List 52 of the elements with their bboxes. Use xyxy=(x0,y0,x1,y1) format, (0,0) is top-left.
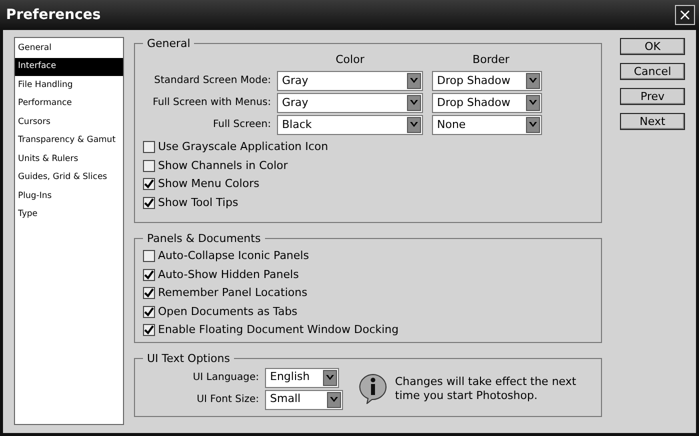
checkbox-label[interactable]: Open Documents as Tabs xyxy=(158,304,298,320)
checkbox-label[interactable]: Auto-Collapse Iconic Panels xyxy=(158,248,309,264)
column-header: Border xyxy=(472,53,510,66)
window-title: Preferences xyxy=(6,6,101,24)
dropdown[interactable]: Drop Shadow xyxy=(432,71,542,91)
info-message: Changes will take effect the next time you start Photoshop. xyxy=(395,374,578,402)
info-icon xyxy=(359,374,387,404)
checkbox[interactable] xyxy=(143,160,155,172)
dialog-button[interactable]: Prev xyxy=(620,88,685,105)
sidebar-item[interactable]: Interface xyxy=(15,58,123,76)
dropdown[interactable]: Gray xyxy=(277,71,423,91)
close-button[interactable]: × xyxy=(675,5,695,25)
group-title: UI Text Options xyxy=(143,350,234,367)
checkbox[interactable] xyxy=(143,268,155,281)
checkbox[interactable] xyxy=(143,178,155,190)
checkbox-label[interactable]: Auto-Show Hidden Panels xyxy=(158,266,299,283)
checkbox-label[interactable]: Enable Floating Document Window Docking xyxy=(158,322,399,338)
field-label: Standard Screen Mode: xyxy=(153,74,271,88)
sidebar-item[interactable]: Cursors xyxy=(15,113,123,132)
checkbox[interactable] xyxy=(143,287,155,300)
field-label: Full Screen: xyxy=(212,118,271,132)
sidebar-item[interactable]: Performance xyxy=(15,94,123,113)
dropdown[interactable]: Gray xyxy=(277,93,423,113)
checkbox-label[interactable]: Use Grayscale Application Icon xyxy=(158,139,328,156)
checkbox[interactable] xyxy=(143,250,155,262)
dialog-button[interactable]: OK xyxy=(620,38,685,55)
field-label: UI Language: xyxy=(192,370,259,384)
dropdown[interactable]: Small xyxy=(265,390,343,410)
dropdown[interactable]: English xyxy=(265,368,339,388)
sidebar-item[interactable]: File Handling xyxy=(15,76,123,94)
sidebar-item[interactable]: General xyxy=(15,39,123,58)
field-label: Full Screen with Menus: xyxy=(152,96,271,110)
checkbox-label[interactable]: Show Menu Colors xyxy=(158,176,260,192)
column-header: Color xyxy=(336,53,364,66)
checkbox[interactable] xyxy=(143,324,155,336)
sidebar-item[interactable]: Plug-Ins xyxy=(15,187,123,206)
checkbox[interactable] xyxy=(143,141,155,154)
field-label: UI Font Size: xyxy=(196,392,259,406)
checkbox-label[interactable]: Show Channels in Color xyxy=(158,158,288,174)
checkbox[interactable] xyxy=(143,306,155,318)
sidebar-item[interactable]: Units & Rulers xyxy=(15,150,123,168)
dropdown[interactable]: Black xyxy=(277,115,423,135)
dropdown[interactable]: None xyxy=(432,115,542,135)
dialog-button[interactable]: Cancel xyxy=(620,63,685,80)
checkbox[interactable] xyxy=(143,196,155,209)
sidebar-item[interactable]: Type xyxy=(15,206,123,224)
dropdown[interactable]: Drop Shadow xyxy=(432,93,542,113)
dialog-button[interactable]: Next xyxy=(620,113,685,130)
checkbox-label[interactable]: Show Tool Tips xyxy=(158,194,238,211)
sidebar-item[interactable]: Guides, Grid & Slices xyxy=(15,168,123,187)
sidebar-item[interactable]: Transparency & Gamut xyxy=(15,132,123,150)
checkbox-label[interactable]: Remember Panel Locations xyxy=(158,285,308,302)
